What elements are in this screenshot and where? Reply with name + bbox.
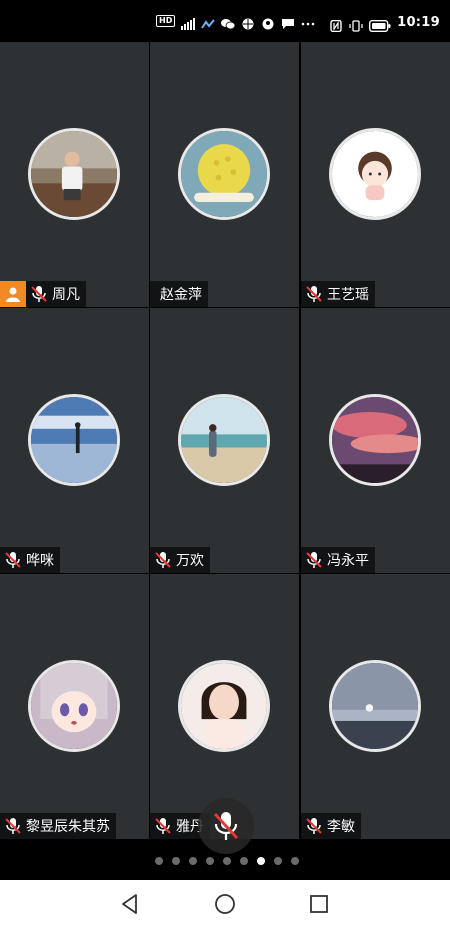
avatar [28, 660, 120, 752]
participant-tile[interactable]: 赵金萍 [150, 42, 299, 307]
recents-square-icon [310, 895, 328, 913]
page-dot[interactable] [240, 857, 248, 865]
browser-icon [241, 15, 255, 30]
mic-muted-icon [154, 550, 172, 570]
participant-name: 冯永平 [327, 553, 369, 569]
host-badge-icon [0, 281, 26, 307]
mic-muted-icon [30, 284, 48, 304]
participant-tile[interactable]: 黎昱辰朱其苏 [0, 574, 149, 839]
participant-name: 王艺瑶 [327, 287, 369, 303]
app-icon [261, 15, 275, 30]
mic-muted-icon [213, 812, 239, 840]
avatar [329, 660, 421, 752]
participant-tile[interactable]: 王艺瑶 [301, 42, 450, 307]
page-indicator [155, 857, 299, 865]
participant-tile[interactable]: 冯永平 [301, 308, 450, 573]
mic-muted-icon [305, 816, 323, 836]
participant-grid: 周凡 赵金萍 王艺瑶 哗咪 万欢 冯永平 黎昱辰朱其苏 雅丹 李敏 [0, 42, 450, 840]
page-dot[interactable] [155, 857, 163, 865]
name-bar: 冯永平 [301, 547, 375, 573]
mic-muted-icon [305, 550, 323, 570]
cellular-signal-icon [181, 15, 196, 30]
message-icon [281, 15, 295, 29]
participant-name: 哗咪 [26, 553, 54, 569]
page-dot[interactable] [206, 857, 214, 865]
avatar [178, 660, 270, 752]
page-dot[interactable] [172, 857, 180, 865]
name-bar: 李敏 [301, 813, 361, 839]
participant-name: 周凡 [52, 287, 80, 303]
avatar [329, 394, 421, 486]
mic-muted-icon [305, 284, 323, 304]
name-bar: 周凡 [0, 281, 86, 307]
vibrate-icon [349, 17, 363, 32]
wechat-icon [221, 15, 236, 30]
page-dot[interactable] [291, 857, 299, 865]
page-dot[interactable] [223, 857, 231, 865]
mic-muted-icon [154, 816, 172, 836]
clock: 10:19 [397, 15, 440, 30]
participant-name: 赵金萍 [160, 287, 202, 303]
avatar [178, 394, 270, 486]
participant-name: 万欢 [176, 553, 204, 569]
page-dot[interactable] [274, 857, 282, 865]
back-triangle-icon [122, 894, 137, 914]
name-bar: 赵金萍 [150, 281, 208, 307]
participant-tile[interactable]: 万欢 [150, 308, 299, 573]
name-bar: 万欢 [150, 547, 210, 573]
hd-indicator: HD [156, 15, 176, 27]
name-bar: 黎昱辰朱其苏 [0, 813, 116, 839]
back-button[interactable] [118, 892, 142, 916]
participant-tile[interactable]: 李敏 [301, 574, 450, 839]
navigation-bar [0, 880, 450, 928]
nfc-icon [329, 17, 343, 32]
participant-name: 李敏 [327, 819, 355, 835]
name-bar: 王艺瑶 [301, 281, 375, 307]
recents-button[interactable] [307, 892, 331, 916]
page-dot[interactable] [189, 857, 197, 865]
home-circle-icon [215, 894, 235, 914]
status-bar: HD 10:19 [0, 0, 450, 42]
avatar [28, 394, 120, 486]
avatar [329, 128, 421, 220]
participant-name: 黎昱辰朱其苏 [26, 819, 110, 835]
mic-muted-icon [4, 816, 22, 836]
battery-icon [369, 17, 391, 32]
app-notification-icon [201, 15, 216, 29]
page-dot-active[interactable] [257, 857, 265, 865]
more-notifications-icon [301, 15, 315, 27]
avatar [178, 128, 270, 220]
mic-muted-icon [4, 550, 22, 570]
name-bar: 哗咪 [0, 547, 60, 573]
participant-tile[interactable]: 周凡 [0, 42, 149, 307]
participant-tile[interactable]: 哗咪 [0, 308, 149, 573]
mute-toggle-button[interactable] [198, 798, 254, 854]
home-button[interactable] [213, 892, 237, 916]
avatar [28, 128, 120, 220]
